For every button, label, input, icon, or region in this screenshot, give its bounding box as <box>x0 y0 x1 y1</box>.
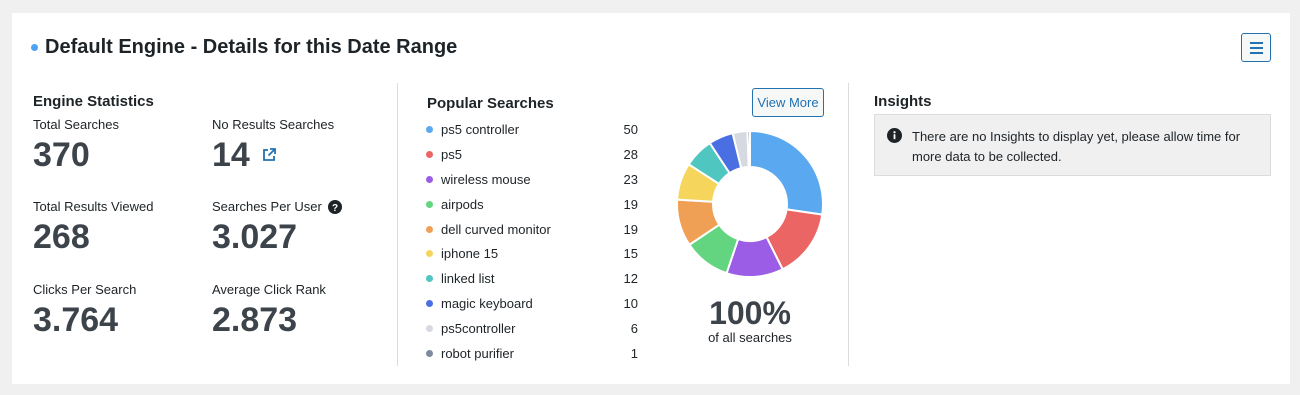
stat-label: Clicks Per Search <box>33 282 137 297</box>
stat-no-results-searches: No Results Searches 14 <box>212 117 334 172</box>
stat-value-text: 3.764 <box>33 301 119 339</box>
info-icon <box>887 128 902 143</box>
search-count: 19 <box>623 196 638 212</box>
stat-total-results-viewed: Total Results Viewed 268 <box>33 199 153 254</box>
list-item: ps5 28 <box>426 142 638 167</box>
search-term: magic keyboard <box>441 296 533 312</box>
stat-average-click-rank: Average Click Rank 2.873 <box>212 282 326 337</box>
insights-message: There are no Insights to display yet, pl… <box>912 129 1241 164</box>
donut-slice-robot-purifier <box>746 130 751 169</box>
stat-value-text: 14 <box>212 136 250 174</box>
legend-swatch <box>426 325 433 333</box>
stat-value: 370 <box>33 138 119 172</box>
search-count: 12 <box>623 271 638 287</box>
list-item: magic keyboard 10 <box>426 291 638 316</box>
view-more-button[interactable]: View More <box>752 88 824 117</box>
list-item: ps5 controller 50 <box>426 117 638 142</box>
search-term: iphone 15 <box>441 246 499 262</box>
stat-clicks-per-search: Clicks Per Search 3.764 <box>33 282 136 337</box>
stat-value-text: 2.873 <box>212 301 298 339</box>
list-item: iphone 15 15 <box>426 241 638 266</box>
stat-total-searches: Total Searches 370 <box>33 117 119 172</box>
insights-heading: Insights <box>874 93 932 110</box>
title-row: Default Engine - Details for this Date R… <box>31 36 457 59</box>
page-title: Default Engine - Details for this Date R… <box>45 36 458 58</box>
search-term: ps5 <box>441 146 462 162</box>
engine-statistics-heading: Engine Statistics <box>33 93 154 110</box>
legend-swatch <box>426 125 433 133</box>
list-item: dell curved monitor 19 <box>426 217 638 242</box>
stat-value-text: 3.027 <box>212 218 298 256</box>
search-term: robot purifier <box>441 345 514 361</box>
search-count: 50 <box>623 121 638 137</box>
stat-value: 3.764 <box>33 303 136 337</box>
stat-value: 14 <box>212 138 334 172</box>
search-term: linked list <box>441 271 495 287</box>
legend-swatch <box>426 150 433 158</box>
stat-label: Total Results Viewed <box>33 199 154 214</box>
search-count: 6 <box>630 321 638 337</box>
list-item: ps5controller 6 <box>426 316 638 341</box>
stat-label-text: Searches Per User <box>212 199 322 214</box>
percent-label: of all searches <box>708 330 792 345</box>
search-count: 1 <box>630 345 638 361</box>
insights-notice: There are no Insights to display yet, pl… <box>874 114 1271 176</box>
percent-summary: 100% of all searches <box>690 296 810 345</box>
stat-value-text: 268 <box>33 218 90 256</box>
search-count: 28 <box>623 146 638 162</box>
section-divider <box>397 83 398 366</box>
stat-value: 3.027 <box>212 220 342 254</box>
stat-label: No Results Searches <box>212 117 335 132</box>
legend-swatch <box>426 250 433 258</box>
stat-label: Total Searches <box>33 117 119 132</box>
section-divider <box>848 83 849 366</box>
legend-swatch <box>426 225 433 233</box>
search-term: ps5controller <box>441 321 516 337</box>
stat-value: 268 <box>33 220 153 254</box>
stat-value: 2.873 <box>212 303 326 337</box>
search-count: 23 <box>623 171 638 187</box>
legend-swatch <box>426 200 433 208</box>
title-bullet-icon <box>31 44 38 51</box>
stat-value-text: 370 <box>33 136 90 174</box>
search-count: 15 <box>623 246 638 262</box>
list-item: robot purifier 1 <box>426 341 638 366</box>
search-term: dell curved monitor <box>441 221 551 237</box>
percent-value: 100% <box>709 295 791 331</box>
popular-searches-donut-chart <box>676 130 824 278</box>
stat-label: Average Click Rank <box>212 282 326 297</box>
list-item: linked list 12 <box>426 266 638 291</box>
engine-details-panel: Default Engine - Details for this Date R… <box>12 13 1290 384</box>
donut-slice-ps5-controller <box>749 130 824 216</box>
hamburger-menu-icon[interactable] <box>1241 33 1271 62</box>
popular-searches-list: ps5 controller 50 ps5 28 wireless mouse 23 air… <box>426 117 638 366</box>
search-term: ps5 controller <box>441 121 520 137</box>
legend-swatch <box>426 349 433 357</box>
list-item: airpods 19 <box>426 192 638 217</box>
search-count: 19 <box>623 221 638 237</box>
search-term: airpods <box>441 196 484 212</box>
help-icon[interactable]: ? <box>327 199 342 214</box>
stat-label: Searches Per User ? <box>212 199 342 214</box>
stat-searches-per-user: Searches Per User ? 3.027 <box>212 199 342 254</box>
search-term: wireless mouse <box>441 171 531 187</box>
popular-searches-heading: Popular Searches <box>427 95 554 112</box>
svg-text:?: ? <box>332 203 338 214</box>
external-link-icon[interactable] <box>262 148 276 162</box>
legend-swatch <box>426 175 433 183</box>
legend-swatch <box>426 300 433 308</box>
list-item: wireless mouse 23 <box>426 167 638 192</box>
legend-swatch <box>426 275 433 283</box>
search-count: 10 <box>623 296 638 312</box>
